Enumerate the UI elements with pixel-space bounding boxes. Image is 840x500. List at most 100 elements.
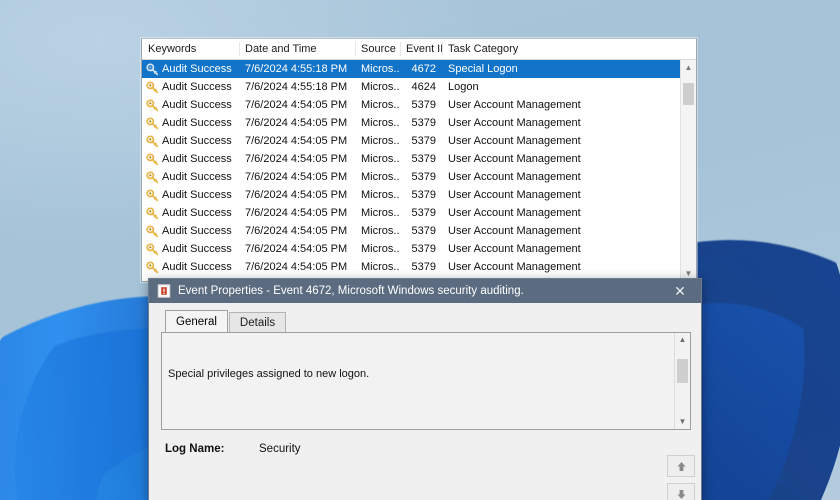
cell-category: Logon bbox=[442, 78, 666, 96]
cell-category: Special Logon bbox=[442, 60, 666, 78]
cell-keywords-text: Audit Success bbox=[162, 240, 232, 258]
cell-keywords: Audit Success bbox=[142, 60, 239, 78]
detail-scroll-down-icon[interactable]: ▼ bbox=[675, 415, 690, 429]
cell-eventid: 5379 bbox=[400, 204, 442, 222]
dialog-titlebar[interactable]: Event Properties - Event 4672, Microsoft… bbox=[149, 279, 701, 303]
key-icon bbox=[146, 207, 159, 220]
table-row[interactable]: Audit Success7/6/2024 4:55:18 PMMicros..… bbox=[142, 78, 696, 96]
cell-datetime: 7/6/2024 4:54:05 PM bbox=[239, 258, 355, 276]
event-viewer-list-window: KeywordsDate and TimeSourceEvent IDTask … bbox=[141, 38, 697, 282]
column-header-source[interactable]: Source bbox=[355, 39, 400, 59]
cell-source: Micros... bbox=[355, 240, 400, 258]
cell-eventid: 5379 bbox=[400, 150, 442, 168]
scrollbar-thumb[interactable] bbox=[683, 83, 694, 105]
table-row[interactable]: Audit Success7/6/2024 4:54:05 PMMicros..… bbox=[142, 204, 696, 222]
event-navigation-buttons bbox=[667, 455, 693, 500]
cell-keywords: Audit Success bbox=[142, 222, 239, 240]
log-name-label: Log Name: bbox=[161, 443, 259, 455]
cell-keywords: Audit Success bbox=[142, 96, 239, 114]
dialog-tabstrip: GeneralDetails bbox=[165, 311, 691, 332]
next-event-button[interactable] bbox=[667, 483, 695, 500]
table-row[interactable]: Audit Success7/6/2024 4:54:05 PMMicros..… bbox=[142, 114, 696, 132]
event-detail-panel[interactable]: Special privileges assigned to new logon… bbox=[161, 332, 691, 430]
key-icon bbox=[146, 135, 159, 148]
list-column-header: KeywordsDate and TimeSourceEvent IDTask … bbox=[142, 39, 696, 60]
cell-datetime: 7/6/2024 4:54:05 PM bbox=[239, 240, 355, 258]
table-row[interactable]: Audit Success7/6/2024 4:54:05 PMMicros..… bbox=[142, 168, 696, 186]
cell-source: Micros... bbox=[355, 222, 400, 240]
cell-datetime: 7/6/2024 4:55:18 PM bbox=[239, 78, 355, 96]
table-row[interactable]: Audit Success7/6/2024 4:54:05 PMMicros..… bbox=[142, 258, 696, 276]
key-icon bbox=[146, 243, 159, 256]
cell-source: Micros... bbox=[355, 168, 400, 186]
cell-source: Micros... bbox=[355, 258, 400, 276]
key-icon bbox=[146, 171, 159, 184]
table-row[interactable]: Audit Success7/6/2024 4:54:05 PMMicros..… bbox=[142, 186, 696, 204]
detail-heading: Special privileges assigned to new logon… bbox=[168, 367, 668, 382]
scrollbar-track[interactable] bbox=[681, 75, 696, 266]
column-header-datetime[interactable]: Date and Time bbox=[239, 39, 355, 59]
log-name-row: Log Name: Security bbox=[161, 443, 691, 455]
cell-keywords: Audit Success bbox=[142, 150, 239, 168]
cell-datetime: 7/6/2024 4:54:05 PM bbox=[239, 204, 355, 222]
cell-eventid: 5379 bbox=[400, 186, 442, 204]
column-header-eventid[interactable]: Event ID bbox=[400, 39, 442, 59]
detail-scrollbar-thumb[interactable] bbox=[677, 359, 688, 383]
tab-general[interactable]: General bbox=[165, 310, 228, 332]
key-icon bbox=[146, 81, 159, 94]
cell-keywords-text: Audit Success bbox=[162, 168, 232, 186]
detail-scrollbar-track[interactable] bbox=[675, 347, 690, 415]
table-row[interactable]: Audit Success 7/6/2024 4:54:05 PMMicros..… bbox=[142, 240, 696, 258]
cell-datetime: 7/6/2024 4:54:05 PM bbox=[239, 132, 355, 150]
previous-event-button[interactable] bbox=[667, 455, 695, 477]
down-arrow-icon bbox=[675, 488, 688, 500]
cell-source: Micros... bbox=[355, 150, 400, 168]
cell-eventid: 5379 bbox=[400, 222, 442, 240]
cell-source: Micros... bbox=[355, 186, 400, 204]
cell-eventid: 5379 bbox=[400, 114, 442, 132]
cell-category: User Account Management bbox=[442, 258, 666, 276]
detail-vertical-scrollbar[interactable]: ▲ ▼ bbox=[674, 333, 690, 429]
list-vertical-scrollbar[interactable]: ▲ ▼ bbox=[680, 60, 696, 281]
cell-category: User Account Management bbox=[442, 186, 666, 204]
key-icon bbox=[146, 63, 159, 76]
table-row[interactable]: Audit Success7/6/2024 4:54:05 PMMicros..… bbox=[142, 150, 696, 168]
cell-category: User Account Management bbox=[442, 132, 666, 150]
cell-datetime: 7/6/2024 4:54:05 PM bbox=[239, 186, 355, 204]
cell-category: User Account Management bbox=[442, 240, 666, 258]
dialog-body: GeneralDetails Special privileges assign… bbox=[149, 303, 701, 500]
column-header-keywords[interactable]: Keywords bbox=[142, 39, 239, 59]
cell-datetime: 7/6/2024 4:54:05 PM bbox=[239, 96, 355, 114]
cell-keywords: Audit Success bbox=[142, 168, 239, 186]
table-row[interactable]: Audit Success7/6/2024 4:54:05 PMMicros..… bbox=[142, 96, 696, 114]
table-row[interactable]: Audit Success7/6/2024 4:54:05 PMMicros..… bbox=[142, 132, 696, 150]
column-header-category[interactable]: Task Category bbox=[442, 39, 666, 59]
cell-category: User Account Management bbox=[442, 96, 666, 114]
cell-keywords-text: Audit Success bbox=[162, 60, 232, 78]
close-icon[interactable]: ✕ bbox=[659, 279, 701, 303]
list-body[interactable]: Audit Success7/6/2024 4:55:18 PMMicros..… bbox=[142, 60, 696, 281]
table-row[interactable]: Audit Success 7/6/2024 4:54:05 PMMicros..… bbox=[142, 222, 696, 240]
cell-keywords-text: Audit Success bbox=[162, 222, 232, 240]
cell-source: Micros... bbox=[355, 114, 400, 132]
key-icon bbox=[146, 153, 159, 166]
cell-datetime: 7/6/2024 4:55:18 PM bbox=[239, 60, 355, 78]
key-icon bbox=[146, 225, 159, 238]
cell-datetime: 7/6/2024 4:54:05 PM bbox=[239, 114, 355, 132]
cell-eventid: 5379 bbox=[400, 132, 442, 150]
cell-keywords: Audit Success bbox=[142, 240, 239, 258]
up-arrow-icon bbox=[675, 460, 688, 473]
cell-category: User Account Management bbox=[442, 114, 666, 132]
scroll-up-icon[interactable]: ▲ bbox=[681, 60, 696, 75]
event-properties-icon bbox=[157, 284, 171, 298]
cell-eventid: 5379 bbox=[400, 168, 442, 186]
cell-eventid: 4624 bbox=[400, 78, 442, 96]
cell-datetime: 7/6/2024 4:54:05 PM bbox=[239, 222, 355, 240]
tab-details[interactable]: Details bbox=[229, 312, 286, 332]
cell-source: Micros... bbox=[355, 60, 400, 78]
detail-scroll-up-icon[interactable]: ▲ bbox=[675, 333, 690, 347]
cell-category: User Account Management bbox=[442, 222, 666, 240]
cell-source: Micros... bbox=[355, 204, 400, 222]
table-row[interactable]: Audit Success 7/6/2024 4:55:18 PMMicros..… bbox=[142, 60, 696, 78]
cell-datetime: 7/6/2024 4:54:05 PM bbox=[239, 150, 355, 168]
